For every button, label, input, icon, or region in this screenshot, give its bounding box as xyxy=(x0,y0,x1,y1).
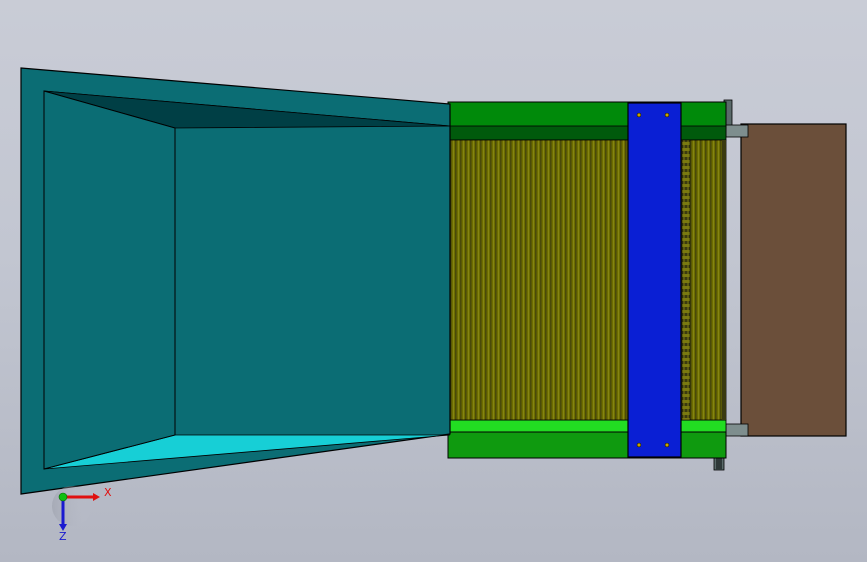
conveyor-hopper-model[interactable] xyxy=(0,0,867,562)
cad-viewport[interactable]: X Z xyxy=(0,0,867,562)
z-axis-label: Z xyxy=(59,530,67,543)
y-axis-dot xyxy=(58,492,68,502)
hopper[interactable] xyxy=(20,67,451,495)
cross-beam[interactable] xyxy=(627,102,682,458)
bolt-icon xyxy=(664,442,670,448)
triad-shadow xyxy=(52,486,92,526)
bolt-icon xyxy=(664,112,670,118)
bolt-icon xyxy=(636,112,642,118)
x-axis-label: X xyxy=(104,486,112,499)
bolt-icon xyxy=(636,442,642,448)
end-plate[interactable] xyxy=(740,123,847,437)
